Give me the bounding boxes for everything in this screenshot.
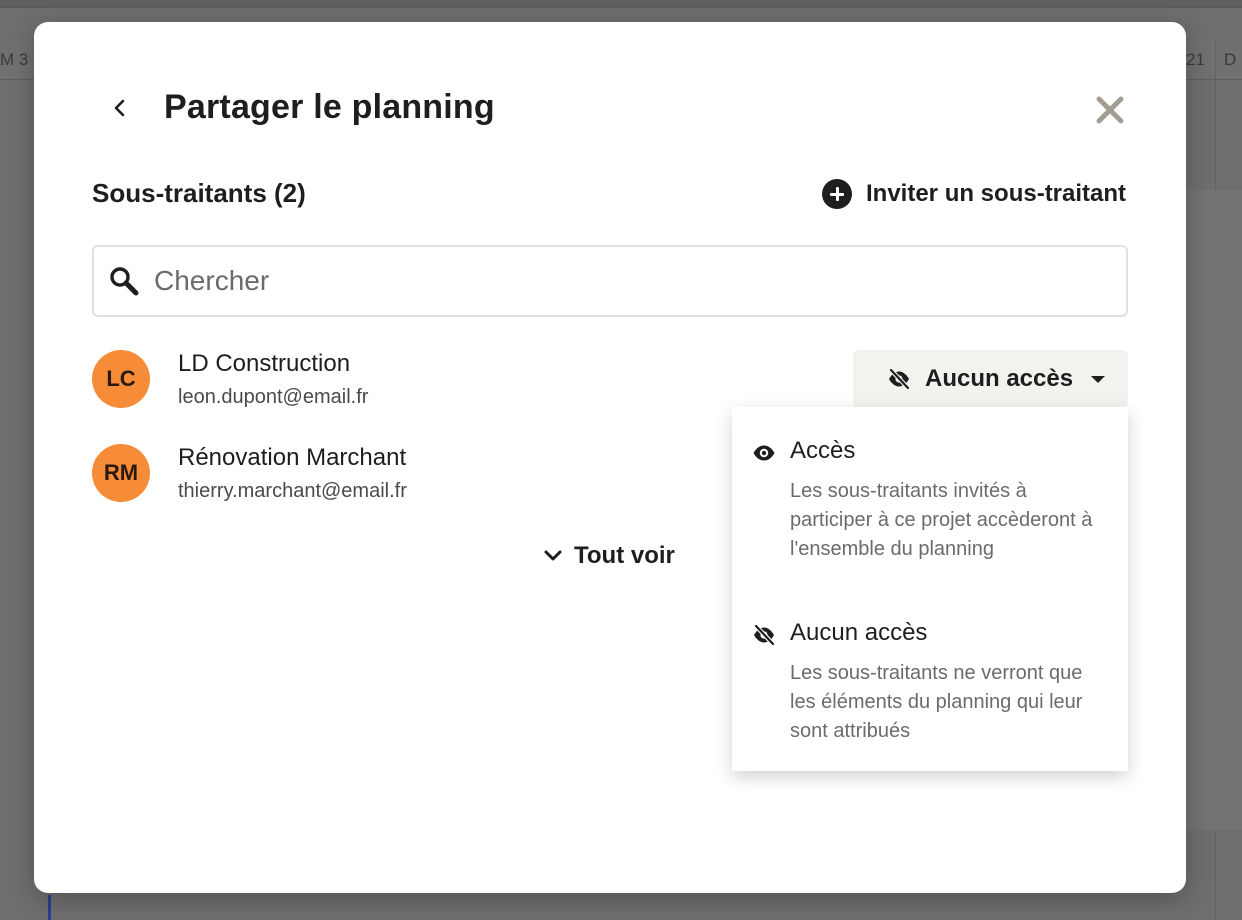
subcontractor-email: leon.dupont@email.fr — [178, 386, 369, 408]
subcontractor-name: Rénovation Marchant — [178, 444, 407, 471]
background-topbar — [0, 0, 1242, 8]
subcontractors-heading: Sous-traitants (2) — [92, 178, 306, 208]
close-icon — [1096, 96, 1124, 124]
access-level-value: Aucun accès — [925, 365, 1074, 392]
background-strip — [1186, 190, 1242, 830]
eye-icon — [753, 445, 775, 461]
avatar: LC — [92, 350, 150, 408]
access-option-none[interactable]: Aucun accès Les sous-traitants ne verron… — [752, 619, 1112, 749]
back-button[interactable] — [104, 92, 136, 124]
see-all-button[interactable]: Tout voir — [542, 542, 675, 570]
option-title: Accès — [790, 437, 856, 464]
eye-off-icon — [753, 623, 776, 647]
chevron-left-icon — [114, 99, 125, 117]
modal-title: Partager le planning — [164, 88, 495, 126]
search-field[interactable] — [92, 245, 1128, 317]
close-button[interactable] — [1092, 92, 1128, 128]
avatar: RM — [92, 444, 150, 502]
invite-subcontractor-button[interactable]: Inviter un sous-traitant — [822, 179, 1126, 209]
background-day-label: 21 — [1186, 50, 1205, 69]
see-all-label: Tout voir — [574, 542, 675, 569]
subcontractor-email: thierry.marchant@email.fr — [178, 480, 407, 502]
invite-subcontractor-label: Inviter un sous-traitant — [866, 180, 1127, 207]
option-description: Les sous-traitants invités à participer … — [790, 480, 1093, 560]
option-title: Aucun accès — [790, 619, 928, 646]
subcontractor-name: LD Construction — [178, 350, 351, 377]
plus-circle-icon — [822, 179, 852, 209]
chevron-down-icon — [544, 550, 562, 561]
option-description: Les sous-traitants ne verront que les él… — [790, 662, 1083, 742]
share-planning-modal: Partager le planning Sous-traitants (2) … — [34, 22, 1186, 893]
background-day-label: D — [1224, 50, 1237, 69]
access-level-dropdown: Accès Les sous-traitants invités à parti… — [732, 407, 1128, 771]
caret-down-icon — [1091, 375, 1106, 383]
background-today-line — [48, 895, 51, 920]
subcontractor-row: RM Rénovation Marchant thierry.marchant@… — [92, 444, 692, 504]
search-icon — [110, 267, 139, 296]
eye-off-icon — [888, 367, 911, 391]
access-level-select[interactable]: Aucun accès — [853, 350, 1128, 408]
access-option-full[interactable]: Accès Les sous-traitants invités à parti… — [752, 437, 1112, 587]
background-day-label: M 3 — [0, 50, 29, 69]
search-input[interactable] — [154, 265, 1054, 297]
subcontractor-row: LC LD Construction leon.dupont@email.fr — [92, 350, 692, 410]
